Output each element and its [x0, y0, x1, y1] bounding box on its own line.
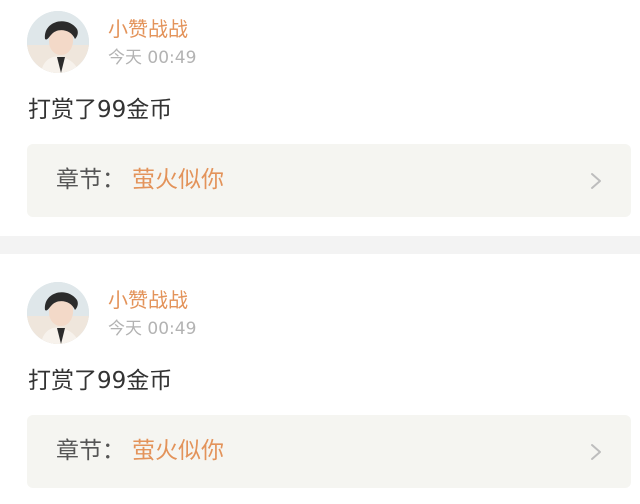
entry-divider	[0, 236, 640, 254]
chapter-link[interactable]: 章节： 萤火似你	[27, 144, 631, 217]
chapter-label: 章节：	[56, 167, 125, 193]
timestamp: 今天 00:49	[108, 48, 197, 68]
chapter-title: 萤火似你	[132, 167, 224, 193]
timestamp: 今天 00:49	[108, 319, 197, 339]
user-avatar[interactable]	[27, 282, 89, 344]
chapter-link[interactable]: 章节： 萤火似你	[27, 415, 631, 488]
reward-text: 打赏了99金币	[28, 97, 173, 123]
chapter-title: 萤火似你	[132, 438, 224, 464]
chapter-label: 章节：	[56, 438, 125, 464]
username[interactable]: 小赞战战	[108, 14, 188, 44]
reward-entry: 小赞战战 今天 00:49 打赏了99金币 章节： 萤火似你	[0, 0, 640, 236]
username[interactable]: 小赞战战	[108, 285, 188, 315]
reward-entry: 小赞战战 今天 00:49 打赏了99金币 章节： 萤火似你	[0, 268, 640, 504]
chevron-right-icon	[591, 173, 601, 189]
reward-text: 打赏了99金币	[28, 368, 173, 394]
user-avatar[interactable]	[27, 11, 89, 73]
chevron-right-icon	[591, 444, 601, 460]
